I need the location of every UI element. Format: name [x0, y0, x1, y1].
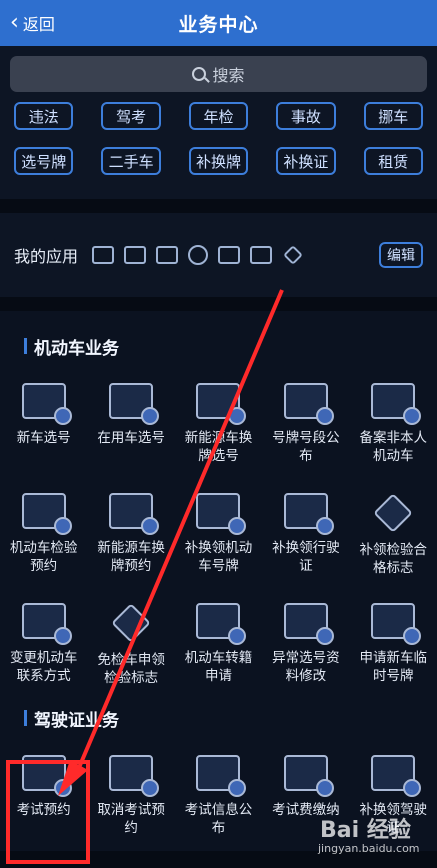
service-label: 机动车检验预约 [9, 540, 78, 574]
service-label: 新能源车换牌预约 [97, 540, 165, 574]
service-label: 补换领机动车号牌 [184, 540, 253, 574]
service-icon [21, 603, 72, 645]
my-apps-icons [92, 245, 304, 265]
chevron-left-icon: ‹ [10, 10, 19, 35]
section-bar [24, 338, 27, 354]
app-plate-icon[interactable] [156, 246, 179, 264]
service-item[interactable]: 号牌号段公布 [262, 369, 349, 479]
search-placeholder: 搜索 [212, 66, 245, 85]
service-icon [371, 603, 422, 645]
quick-tag[interactable]: 年检 [188, 102, 249, 130]
app-document-icon[interactable] [250, 246, 273, 264]
service-label: 取消考试预约 [97, 802, 165, 836]
service-item[interactable]: 变更机动车联系方式 [0, 589, 87, 699]
section-bar [24, 710, 27, 726]
my-apps-label: 我的应用 [14, 247, 79, 266]
service-label: 异常选号资料修改 [272, 650, 340, 684]
app-card-icon[interactable] [218, 246, 241, 264]
service-icon [283, 755, 334, 797]
service-icon [21, 383, 72, 425]
quick-tag[interactable]: 驾考 [101, 102, 161, 130]
service-icon [371, 383, 422, 425]
app-search-icon[interactable] [188, 245, 209, 265]
app-license-icon[interactable] [124, 246, 147, 264]
service-label: 备案非本人机动车 [359, 430, 428, 464]
service-item[interactable]: 异常选号资料修改 [262, 589, 349, 699]
quick-tags: 违法 驾考 年检 事故 挪车选号牌 二手车 补换牌 补换证 租赁 [10, 92, 427, 187]
service-item[interactable]: 申请新车临时号牌 [350, 589, 437, 699]
app-badge-icon[interactable] [283, 245, 303, 265]
service-item[interactable]: 机动车检验预约 [0, 479, 87, 589]
app-car-icon[interactable] [92, 246, 115, 264]
service-label: 新能源车换牌选号 [184, 430, 253, 464]
service-icon [283, 493, 334, 535]
back-label: 返回 [22, 15, 55, 34]
page-title: 业务中心 [178, 13, 259, 36]
top-panel: 搜索 违法 驾考 年检 事故 挪车选号牌 二手车 补换牌 补换证 租赁 [0, 46, 437, 199]
quick-tag[interactable]: 挪车 [363, 102, 423, 130]
service-item[interactable]: 免检车申领检验标志 [87, 589, 174, 699]
service-item[interactable]: 在用车选号 [87, 369, 174, 479]
service-icon [196, 383, 247, 425]
service-label: 号牌号段公布 [272, 430, 340, 464]
header: ‹ 返回 业务中心 [0, 0, 437, 46]
service-icon [373, 493, 414, 533]
service-label: 在用车选号 [97, 430, 165, 446]
service-icon [196, 755, 247, 797]
vehicle-grid: 新车选号 在用车选号 新能源车换牌选号 号牌号段公布 备案非本人机动车机动车检验预约 新能… [0, 361, 437, 699]
service-label: 补换领行驶证 [272, 540, 340, 574]
quick-tag[interactable]: 违法 [14, 102, 74, 130]
watermark-url: jingyan.baidu.com [318, 842, 420, 855]
service-icon [371, 755, 422, 797]
section-title-vehicle: 机动车业务 [0, 331, 437, 361]
back-button[interactable]: ‹ 返回 [10, 0, 55, 46]
service-item[interactable]: 新能源车换牌选号 [175, 369, 262, 479]
service-icon [109, 755, 160, 797]
quick-tag[interactable]: 补换牌 [188, 147, 249, 175]
service-icon [21, 493, 72, 535]
quick-tag[interactable]: 事故 [276, 102, 336, 130]
service-icon [109, 383, 160, 425]
service-icon [283, 603, 334, 645]
service-item[interactable]: 补领检验合格标志 [350, 479, 437, 589]
service-icon [283, 383, 334, 425]
quick-tag[interactable]: 租赁 [363, 147, 423, 175]
service-item[interactable]: 考试信息公布 [175, 741, 262, 851]
quick-tag[interactable]: 二手车 [101, 147, 161, 175]
service-item[interactable]: 机动车转籍申请 [175, 589, 262, 699]
edit-button[interactable]: 编辑 [379, 242, 423, 268]
my-apps-bar: 我的应用 编辑 [0, 213, 437, 297]
service-label: 变更机动车联系方式 [9, 650, 78, 684]
service-icon [21, 755, 72, 797]
service-label: 补领检验合格标志 [359, 542, 428, 576]
service-item[interactable]: 考试预约 [0, 741, 87, 851]
services-panel: 机动车业务 新车选号 在用车选号 新能源车换牌选号 号牌号段公布 备案非本人机动车机动车… [0, 311, 437, 851]
section-title-license: 驾驶证业务 [0, 703, 437, 733]
service-item[interactable]: 新车选号 [0, 369, 87, 479]
service-item[interactable]: 取消考试预约 [87, 741, 174, 851]
service-item[interactable]: 备案非本人机动车 [350, 369, 437, 479]
service-label: 免检车申领检验标志 [97, 652, 165, 686]
watermark: Bai 经验 [320, 818, 411, 843]
section-title-text: 驾驶证业务 [34, 710, 119, 731]
service-item[interactable]: 补换领行驶证 [262, 479, 349, 589]
service-icon [109, 493, 160, 535]
quick-tag[interactable]: 补换证 [276, 147, 336, 175]
service-icon [196, 603, 247, 645]
service-label: 新车选号 [16, 430, 71, 446]
quick-tag[interactable]: 选号牌 [14, 147, 74, 175]
search-input[interactable]: 搜索 [10, 56, 427, 92]
section-title-text: 机动车业务 [34, 338, 119, 359]
service-label: 申请新车临时号牌 [359, 650, 428, 684]
service-item[interactable]: 新能源车换牌预约 [87, 479, 174, 589]
service-label: 机动车转籍申请 [184, 650, 253, 684]
search-icon [192, 67, 207, 81]
service-icon [111, 603, 151, 643]
service-label: 考试信息公布 [184, 802, 253, 836]
service-label: 考试预约 [16, 802, 71, 818]
service-item[interactable]: 补换领机动车号牌 [175, 479, 262, 589]
service-icon [196, 493, 247, 535]
screen: ‹ 返回 业务中心 搜索 违法 驾考 年检 事故 挪车选号牌 二手车 补换牌 补换证 租赁 我的… [0, 0, 437, 868]
